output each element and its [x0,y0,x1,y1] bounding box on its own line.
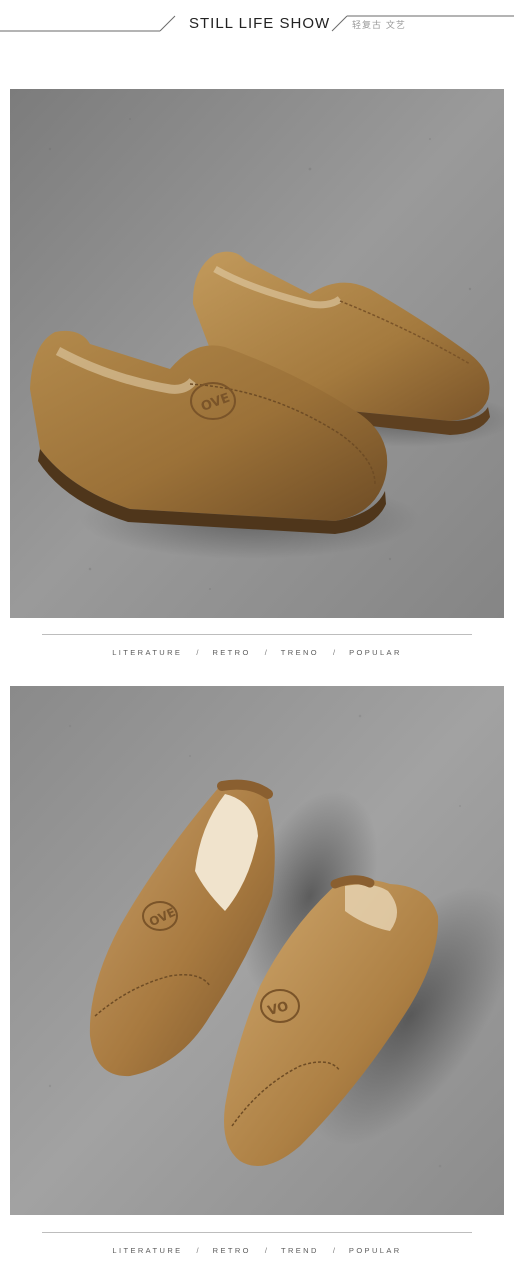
tagline-word: LITERATURE [112,1246,183,1255]
tagline-separator: / [264,1246,267,1255]
tagline-separator: / [332,1246,335,1255]
tagline-word: LITERATURE [112,648,183,657]
tagline-separator: / [196,1246,199,1255]
tagline-word: POPULAR [349,648,402,657]
divider-line [42,634,472,635]
product-photo-top-view: OVE VO [10,686,504,1215]
tagline-band: LITERATURE / RETRO / TREND / POPULAR [10,1223,504,1283]
divider-line [42,1232,472,1233]
tagline: LITERATURE / RETRO / TRENO / POPULAR [10,648,504,657]
tagline-separator: / [333,648,336,657]
tagline-word: TREND [280,1246,319,1255]
tagline-word: POPULAR [348,1246,402,1255]
tagline-word: TRENO [280,648,320,657]
tagline-separator: / [264,648,267,657]
section-title: STILL LIFE SHOW [189,15,331,32]
tagline-band: LITERATURE / RETRO / TRENO / POPULAR [10,625,504,685]
section-subtitle: 轻复古 文艺 [352,21,406,31]
product-photo-side-view: OVE [10,89,504,618]
section-header: STILL LIFE SHOW 轻复古 文艺 [0,0,514,50]
tagline-word: RETRO [212,1246,251,1255]
tagline-word: RETRO [212,648,251,657]
tagline-separator: / [196,648,199,657]
tagline: LITERATURE / RETRO / TREND / POPULAR [10,1246,504,1255]
